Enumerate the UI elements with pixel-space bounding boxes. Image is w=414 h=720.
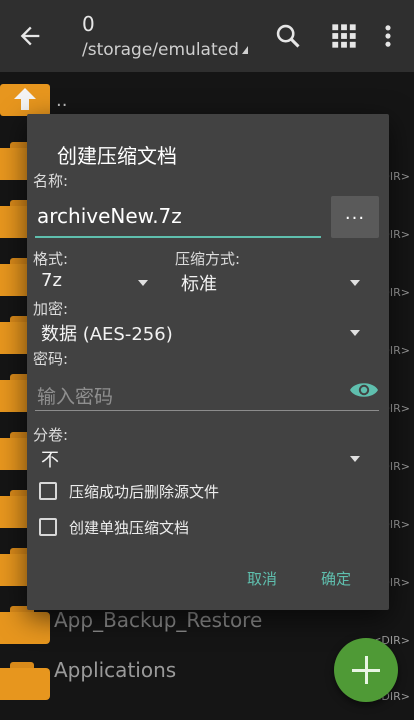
archive-name-input[interactable]: archiveNew.7z [35, 200, 321, 238]
browse-button[interactable]: ... [331, 196, 379, 238]
folder-up-icon [0, 84, 50, 116]
encryption-label: 加密: [33, 300, 69, 318]
separate-archives-checkbox[interactable] [39, 518, 57, 536]
folder-name: App_Backup_Restore [54, 608, 263, 632]
folder-name: Applications [54, 658, 177, 682]
parent-dir-label: .. [56, 90, 68, 111]
cancel-button[interactable]: 取消 [247, 568, 277, 589]
chevron-down-icon [350, 280, 360, 286]
format-label: 格式: [33, 250, 69, 268]
compression-value: 标准 [181, 274, 217, 295]
path-breadcrumb[interactable]: /storage/emulated [82, 40, 239, 60]
folder-icon [0, 662, 50, 700]
password-input[interactable]: 输入密码 [35, 376, 379, 411]
folder-icon [0, 606, 50, 644]
chevron-down-icon [138, 280, 148, 286]
search-icon[interactable] [274, 22, 302, 50]
separate-archives-label: 创建单独压缩文档 [69, 519, 190, 537]
back-arrow-icon[interactable] [16, 22, 44, 50]
more-vert-icon[interactable] [378, 22, 398, 50]
ok-button[interactable]: 确定 [321, 568, 351, 589]
eye-icon[interactable] [349, 378, 379, 402]
encryption-value: 数据 (AES-256) [41, 324, 173, 345]
dialog-title: 创建压缩文档 [57, 144, 177, 168]
chevron-down-icon [350, 330, 360, 336]
path-dropdown-icon[interactable] [242, 46, 248, 54]
archive-name-value: archiveNew.7z [37, 204, 182, 228]
split-value: 不 [41, 450, 59, 471]
password-placeholder: 输入密码 [37, 386, 114, 408]
compression-label: 压缩方式: [175, 250, 241, 268]
grid-view-icon[interactable] [330, 22, 358, 50]
app-bar: 0 /storage/emulated [0, 0, 414, 72]
password-label: 密码: [33, 350, 69, 368]
add-fab-button[interactable] [334, 638, 398, 702]
create-archive-dialog: 创建压缩文档 名称: archiveNew.7z ... 格式: 压缩方式: 7… [27, 114, 389, 610]
folder-title: 0 [82, 12, 95, 36]
format-value: 7z [41, 270, 62, 291]
chevron-down-icon [350, 456, 360, 462]
name-label: 名称: [33, 172, 69, 190]
delete-source-label: 压缩成功后删除源文件 [69, 483, 220, 501]
delete-source-checkbox[interactable] [39, 482, 57, 500]
split-label: 分卷: [33, 426, 69, 444]
